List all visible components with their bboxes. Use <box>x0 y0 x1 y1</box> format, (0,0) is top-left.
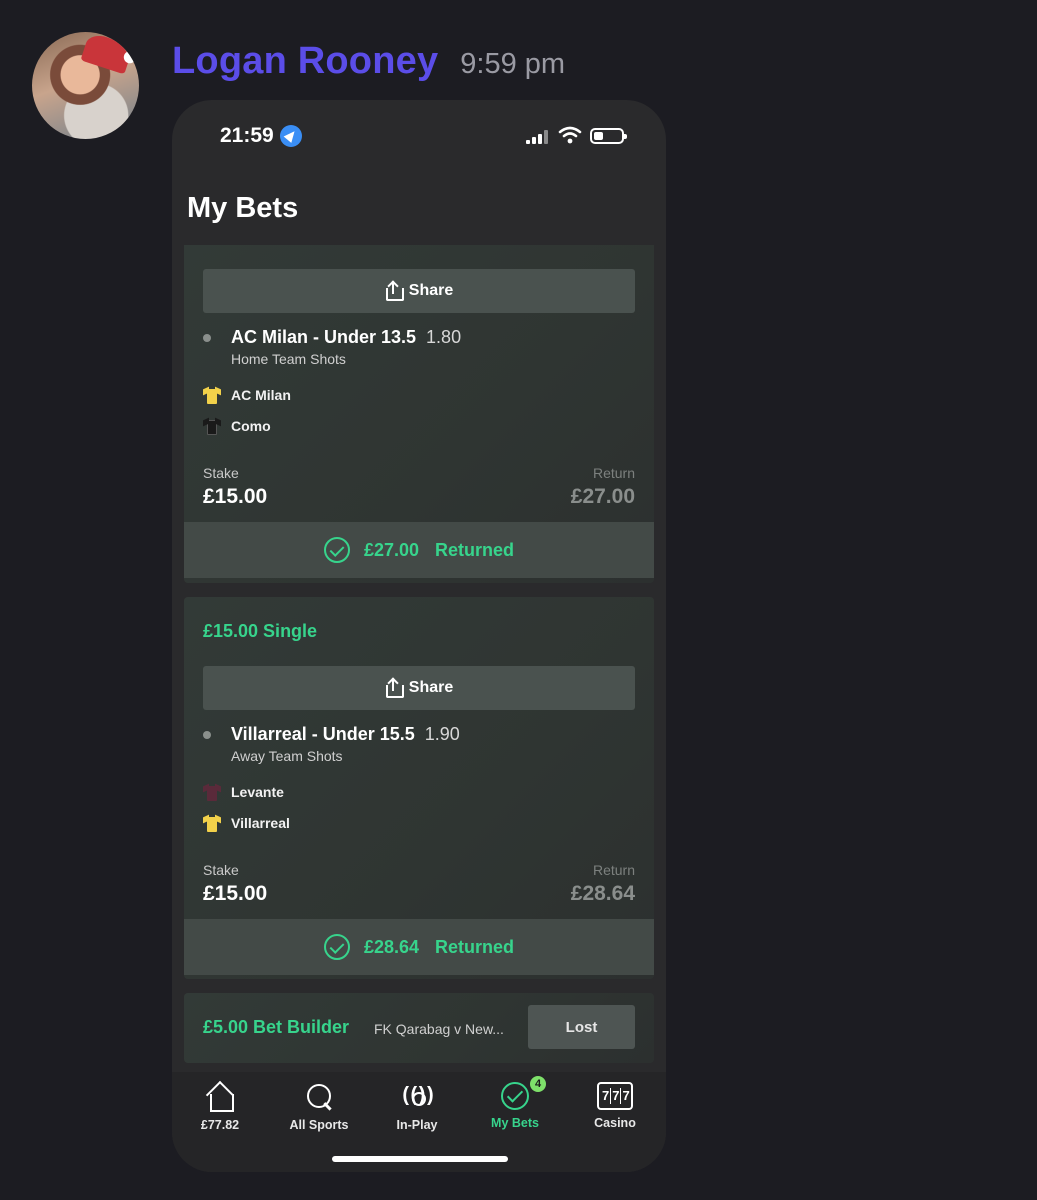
team-row: Como <box>203 417 271 435</box>
santa-hat <box>80 32 134 75</box>
tab-my-bets[interactable]: My Bets <box>470 1082 560 1130</box>
shirt-icon <box>203 783 221 801</box>
bet-selection: Villarreal - Under 15.5 1.90 <box>231 724 460 744</box>
returned-amount: £27.00 <box>363 539 420 560</box>
selection-bullet <box>203 334 211 342</box>
shirt-icon <box>203 386 221 404</box>
location-arrow-icon <box>280 125 302 147</box>
team-row: Levante <box>203 783 284 801</box>
home-icon <box>203 1082 237 1112</box>
stake-label: Stake <box>203 862 239 878</box>
tab-in-play[interactable]: In-Play <box>372 1082 462 1132</box>
team-name: Levante <box>231 784 284 800</box>
tab-label: All Sports <box>289 1118 349 1132</box>
tab-label: My Bets <box>491 1116 539 1130</box>
message-time: 9:59 pm <box>460 48 566 80</box>
check-circle-icon <box>323 934 350 960</box>
team-name: Como <box>231 418 271 434</box>
tab-casino[interactable]: 777 Casino <box>570 1082 660 1130</box>
status-clock: 21:59 <box>220 124 274 147</box>
tab-account-balance[interactable]: £77.82 <box>175 1082 265 1132</box>
bet-event: FK Qarabag v New... <box>374 1021 504 1037</box>
check-circle-icon <box>501 1082 529 1110</box>
wifi-icon <box>558 126 582 144</box>
phone-screenshot[interactable]: 21:59 My Bets Share AC Milan - Under 13.… <box>172 100 666 1172</box>
battery-icon <box>590 128 627 144</box>
message-header: Logan Rooney 9:59 pm <box>172 40 565 88</box>
slot-machine-icon: 777 <box>597 1082 633 1110</box>
bet-selection: AC Milan - Under 13.5 1.80 <box>231 327 462 347</box>
bet-header: £15.00 Single <box>203 621 318 641</box>
bet-header: £5.00 Bet Builder <box>203 1017 350 1037</box>
share-icon <box>385 280 404 301</box>
team-row: AC Milan <box>203 386 291 404</box>
share-button[interactable]: Share <box>203 666 635 710</box>
search-icon <box>302 1082 336 1112</box>
broadcast-icon <box>394 1082 440 1112</box>
share-icon <box>385 677 404 698</box>
stake-value: £15.00 <box>203 485 268 508</box>
stake-value: £15.00 <box>203 882 268 905</box>
team-name: AC Milan <box>231 387 291 403</box>
tab-all-sports[interactable]: All Sports <box>274 1082 364 1132</box>
user-avatar[interactable] <box>32 32 139 139</box>
check-circle-icon <box>323 537 350 563</box>
returned-status-bar: £27.00 Returned <box>184 522 654 578</box>
team-row: Villarreal <box>203 814 290 832</box>
bet-odds: 1.90 <box>424 724 460 744</box>
bet-card[interactable]: £5.00 Bet Builder FK Qarabag v New... Lo… <box>184 993 654 1063</box>
share-button[interactable]: Share <box>203 269 635 313</box>
shirt-icon <box>203 814 221 832</box>
bet-odds: 1.80 <box>426 327 462 347</box>
tab-label: In-Play <box>396 1118 438 1132</box>
username[interactable]: Logan Rooney <box>172 40 438 83</box>
status-bar: 21:59 <box>172 100 666 170</box>
return-label: Return <box>592 862 635 878</box>
returned-label: Returned <box>435 936 515 957</box>
share-label: Share <box>408 679 454 696</box>
tab-label: Casino <box>594 1116 636 1130</box>
shirt-icon <box>203 417 221 435</box>
bet-card: Share AC Milan - Under 13.5 1.80 Home Tea… <box>184 245 654 583</box>
returned-status-bar: £28.64 Returned <box>184 919 654 975</box>
selection-bullet <box>203 731 211 739</box>
return-value: £28.64 <box>570 882 635 905</box>
lost-status-button[interactable]: Lost <box>528 1005 635 1049</box>
return-label: Return <box>592 465 635 481</box>
bet-card[interactable]: £15.00 Single Share Villarreal - Under 1… <box>184 597 654 979</box>
returned-amount: £28.64 <box>363 936 420 957</box>
team-name: Villarreal <box>231 815 290 831</box>
cellular-signal-icon <box>526 130 550 144</box>
return-value: £27.00 <box>570 485 635 508</box>
notification-badge: 4 <box>530 1076 546 1092</box>
page-title: My Bets <box>187 192 299 224</box>
tab-label: £77.82 <box>200 1118 240 1132</box>
share-label: Share <box>408 282 454 299</box>
home-indicator[interactable] <box>332 1156 508 1162</box>
bet-market: Away Team Shots <box>231 748 343 764</box>
returned-label: Returned <box>435 539 515 560</box>
stake-label: Stake <box>203 465 239 481</box>
bet-market: Home Team Shots <box>231 351 346 367</box>
